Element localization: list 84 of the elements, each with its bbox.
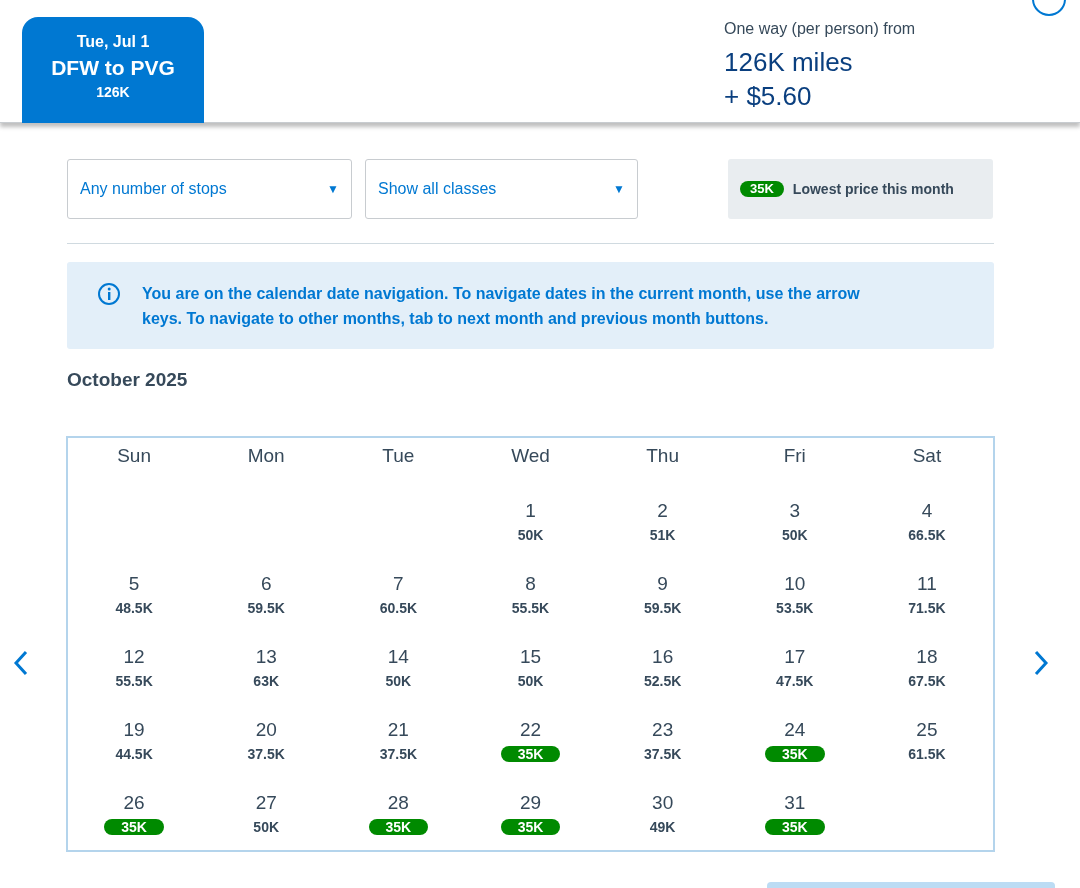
calendar-day[interactable]: 13 — [255, 646, 277, 668]
calendar-day[interactable]: 18 — [916, 646, 938, 668]
calendar-day[interactable]: 17 — [784, 646, 806, 668]
weekday-header: Tue — [381, 444, 416, 468]
day-price: 37.5K — [247, 745, 285, 763]
calendar-day[interactable]: 22 — [519, 719, 542, 741]
day-price: 35K — [500, 819, 561, 835]
calendar-day[interactable]: 8 — [525, 573, 536, 595]
day-price: 59.5K — [643, 599, 682, 617]
calendar-day[interactable]: 25 — [916, 719, 938, 741]
day-price: 66.5K — [908, 526, 946, 544]
day-price: 71.5K — [908, 599, 946, 617]
calendar-day[interactable]: 12 — [123, 646, 145, 668]
calendar-day[interactable]: 5 — [128, 573, 140, 595]
weekday-header: Mon — [246, 444, 286, 468]
legend-label: Lowest price this month — [792, 179, 954, 199]
calendar-day[interactable]: 9 — [657, 573, 668, 595]
day-price: 48.5K — [115, 599, 153, 617]
dropdown[interactable]: Show all classes ▼ — [365, 159, 638, 219]
day-price: 35K — [104, 819, 164, 835]
chevron-left-icon — [13, 649, 29, 677]
day-price: 63K — [253, 672, 280, 690]
day-price: 44.5K — [115, 745, 153, 763]
day-price: 55.5K — [115, 672, 153, 690]
weekday-header: Fri — [782, 444, 807, 468]
fare-miles: 126K miles — [724, 46, 854, 79]
fare-label: One way (per person) from — [724, 19, 916, 39]
day-price: 52.5K — [643, 672, 682, 690]
price-badge: 35K — [740, 181, 784, 197]
info-message: You are on the calendar date navigation. To navigate dates in the current month, use the arrow keys. To navigate to other months, tab to next month and previous month buttons. — [142, 283, 861, 329]
month-title: October 2025 — [67, 368, 189, 392]
calendar-day[interactable]: 16 — [652, 646, 674, 668]
weekday-header: Sat — [911, 444, 943, 468]
chevron-right-icon — [1033, 649, 1049, 677]
calendar-day[interactable]: 11 — [917, 573, 937, 595]
calendar-day[interactable]: 19 — [123, 719, 145, 741]
day-price: 35K — [368, 819, 429, 835]
day-price: 60.5K — [379, 599, 418, 617]
day-price: 67.5K — [908, 672, 946, 690]
calendar-day[interactable]: 1 — [525, 500, 536, 522]
day-price: 49K — [649, 818, 676, 836]
info-icon — [97, 281, 121, 306]
calendar-day[interactable]: 3 — [789, 500, 801, 522]
calendar-day[interactable]: 14 — [387, 646, 409, 668]
day-price: 35K — [764, 746, 825, 762]
calendar-day[interactable]: 28 — [387, 792, 409, 814]
fare-taxes: + $5.60 — [724, 80, 813, 112]
caret-icon: ▼ — [613, 180, 625, 198]
calendar-day[interactable]: 23 — [652, 719, 674, 741]
day-price: 50K — [517, 672, 544, 690]
day-price: 35K — [500, 746, 561, 762]
day-price: 50K — [385, 672, 412, 690]
calendar-day[interactable]: 29 — [519, 792, 542, 814]
calendar-day[interactable]: 4 — [921, 500, 933, 522]
day-price: 51K — [649, 526, 676, 544]
day-price: 59.5K — [247, 599, 285, 617]
weekday-header: Wed — [510, 444, 551, 468]
weekday-header: Thu — [645, 444, 680, 468]
day-price: 50K — [253, 818, 280, 836]
day-price: 37.5K — [379, 745, 418, 763]
calendar-day[interactable]: 24 — [784, 719, 806, 741]
calendar-day[interactable]: 31 — [784, 792, 806, 814]
caret-icon: ▼ — [327, 180, 339, 198]
calendar-day[interactable]: 10 — [784, 573, 806, 595]
day-price: 53.5K — [776, 599, 814, 617]
day-price: 50K — [517, 526, 544, 544]
day-price: 50K — [781, 526, 808, 544]
day-price: 55.5K — [511, 599, 550, 617]
day-price: 35K — [764, 819, 825, 835]
calendar-day[interactable]: 15 — [519, 646, 542, 668]
day-price: 61.5K — [908, 745, 946, 763]
calendar-day[interactable]: 7 — [393, 573, 404, 595]
dropdown[interactable]: Any number of stops ▼ — [67, 159, 352, 219]
calendar-day[interactable]: 27 — [255, 792, 277, 814]
calendar-day[interactable]: 2 — [657, 500, 668, 522]
flight-tab[interactable]: Tue, Jul 1 DFW to PVG 126K — [22, 17, 204, 123]
weekday-header: Sun — [116, 444, 152, 468]
day-price: 47.5K — [776, 672, 814, 690]
calendar-day[interactable]: 6 — [260, 573, 272, 595]
calendar-day[interactable]: 20 — [255, 719, 277, 741]
calendar-day[interactable]: 26 — [123, 792, 145, 814]
calendar-day[interactable]: 21 — [387, 719, 409, 741]
day-price: 37.5K — [643, 745, 682, 763]
calendar-day[interactable]: 30 — [652, 792, 674, 814]
